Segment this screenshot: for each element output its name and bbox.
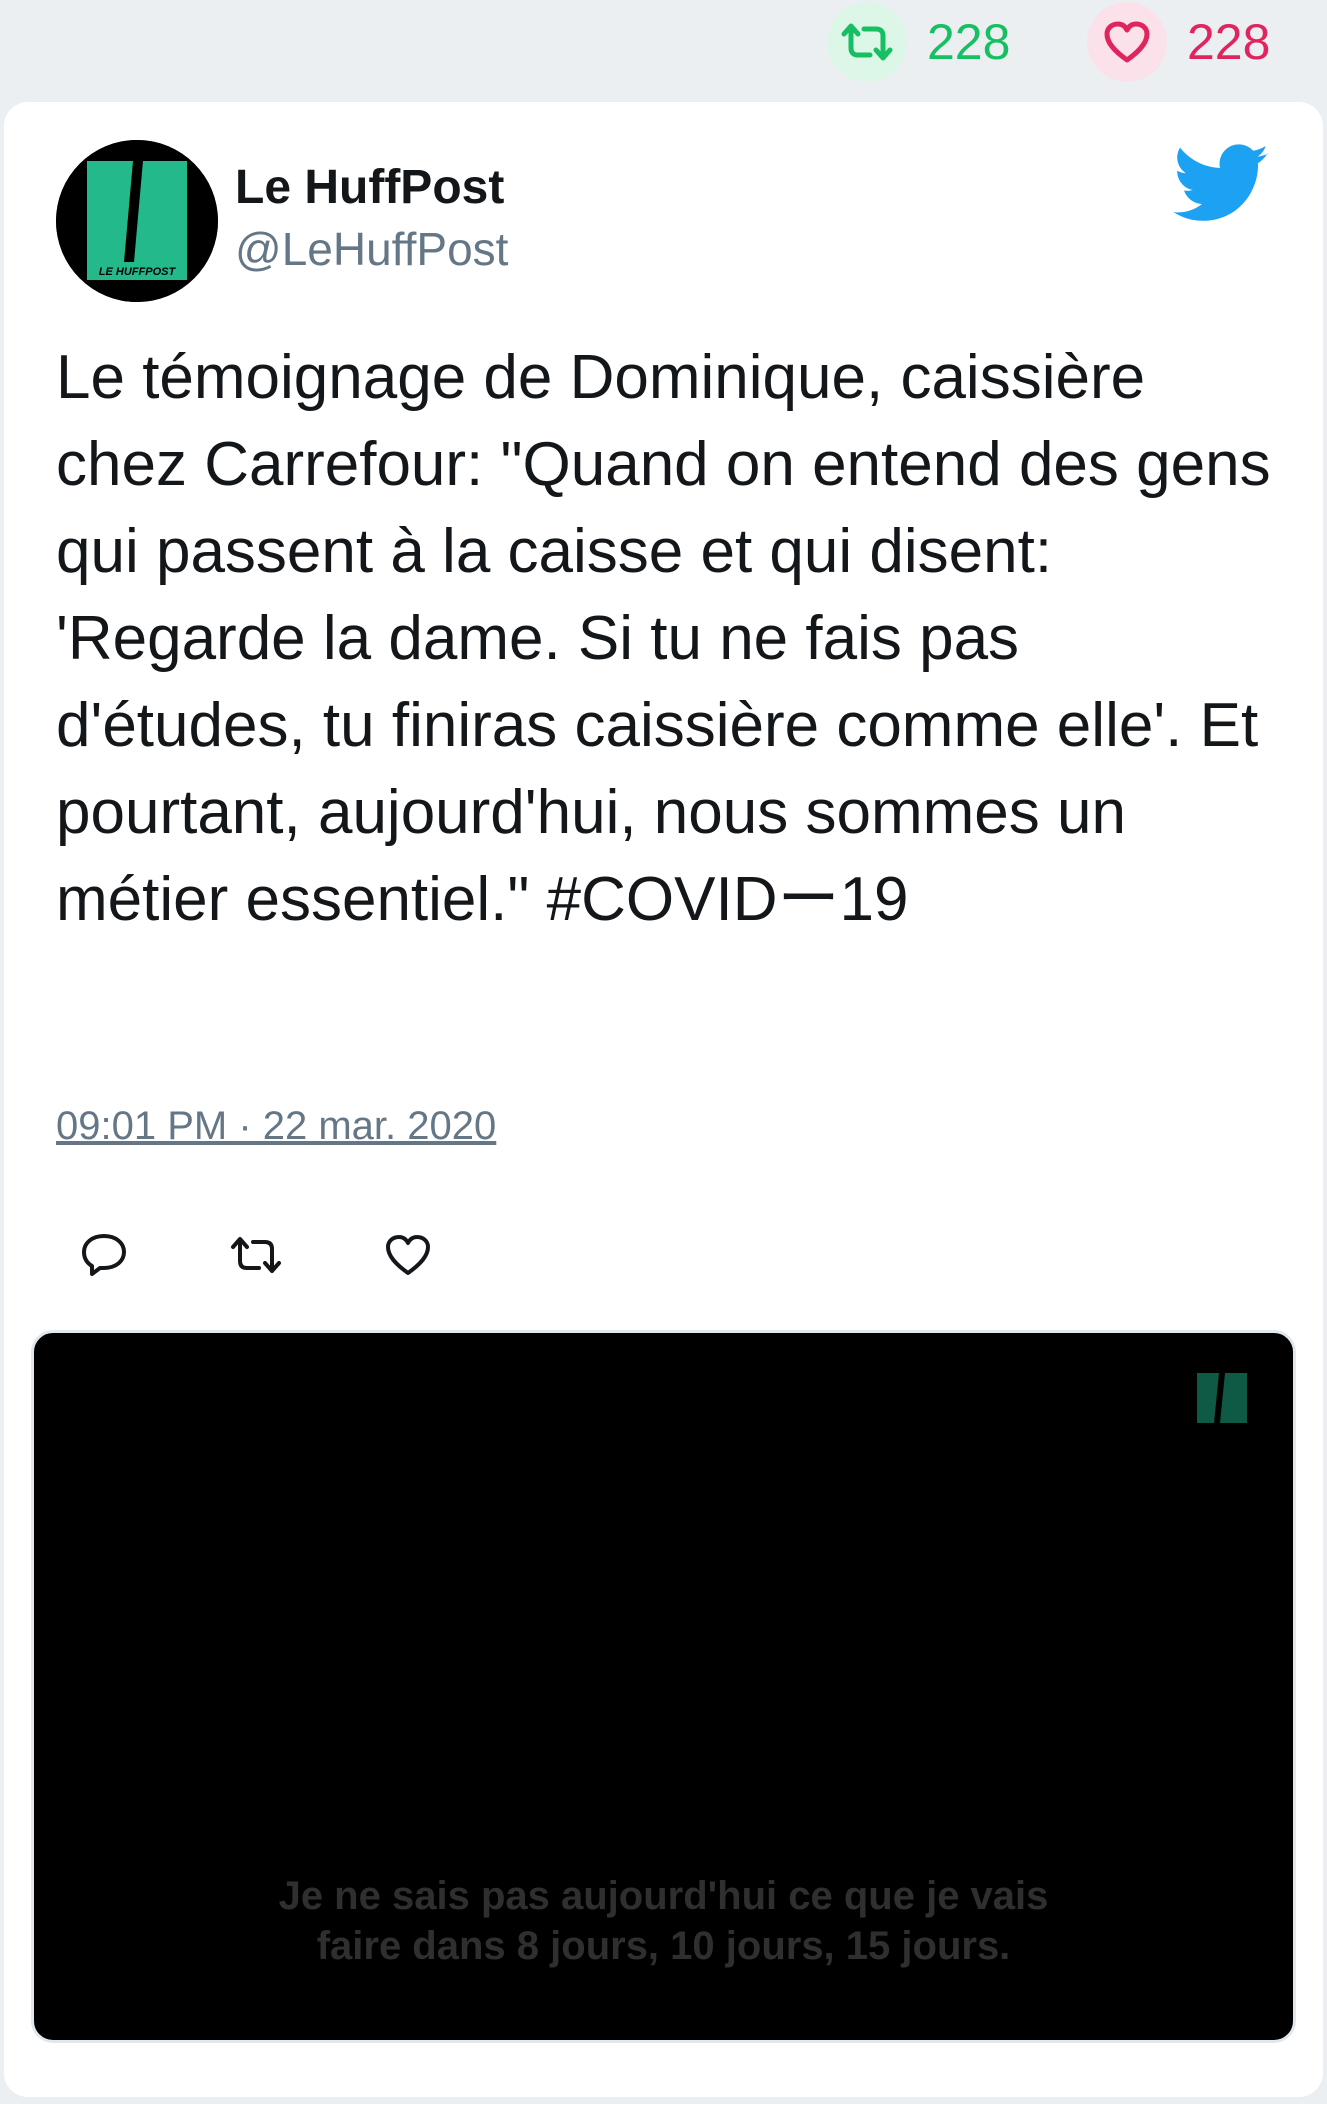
avatar[interactable]: LE HUFFPOST bbox=[56, 140, 218, 302]
huffpost-watermark-icon bbox=[1195, 1373, 1249, 1423]
display-name[interactable]: Le HuffPost bbox=[235, 160, 504, 215]
like-count: 228 bbox=[1187, 14, 1271, 70]
retweet-stat[interactable]: 228 bbox=[827, 2, 1010, 82]
video-caption: Je ne sais pas aujourd'hui ce que je vai… bbox=[34, 1871, 1293, 1971]
caption-line-2: faire dans 8 jours, 10 jours, 15 jours. bbox=[316, 1924, 1011, 1968]
like-stat[interactable]: 228 bbox=[1087, 2, 1270, 82]
caption-line-1: Je ne sais pas aujourd'hui ce que je vai… bbox=[278, 1874, 1049, 1918]
user-handle[interactable]: @LeHuffPost bbox=[235, 222, 508, 276]
tweet-actions bbox=[76, 1227, 532, 1283]
retweet-action-icon[interactable] bbox=[228, 1227, 284, 1283]
like-action-icon[interactable] bbox=[380, 1227, 436, 1283]
retweet-icon[interactable] bbox=[827, 2, 907, 82]
engagement-bar: 228 228 bbox=[0, 0, 1327, 102]
tweet-text: Le témoignage de Dominique, caissière ch… bbox=[56, 343, 1271, 934]
twitter-bird-icon[interactable] bbox=[1173, 144, 1270, 224]
tweet-timestamp[interactable]: 09:01 PM · 22 mar. 2020 bbox=[56, 1104, 496, 1149]
video-player[interactable]: Je ne sais pas aujourd'hui ce que je vai… bbox=[31, 1330, 1296, 2043]
avatar-logo-text: LE HUFFPOST bbox=[99, 266, 177, 278]
heart-icon[interactable] bbox=[1087, 2, 1167, 82]
retweet-count: 228 bbox=[927, 14, 1011, 70]
tweet-card: LE HUFFPOST Le HuffPost @LeHuffPost Le t… bbox=[4, 102, 1323, 2097]
reply-icon[interactable] bbox=[76, 1227, 132, 1283]
